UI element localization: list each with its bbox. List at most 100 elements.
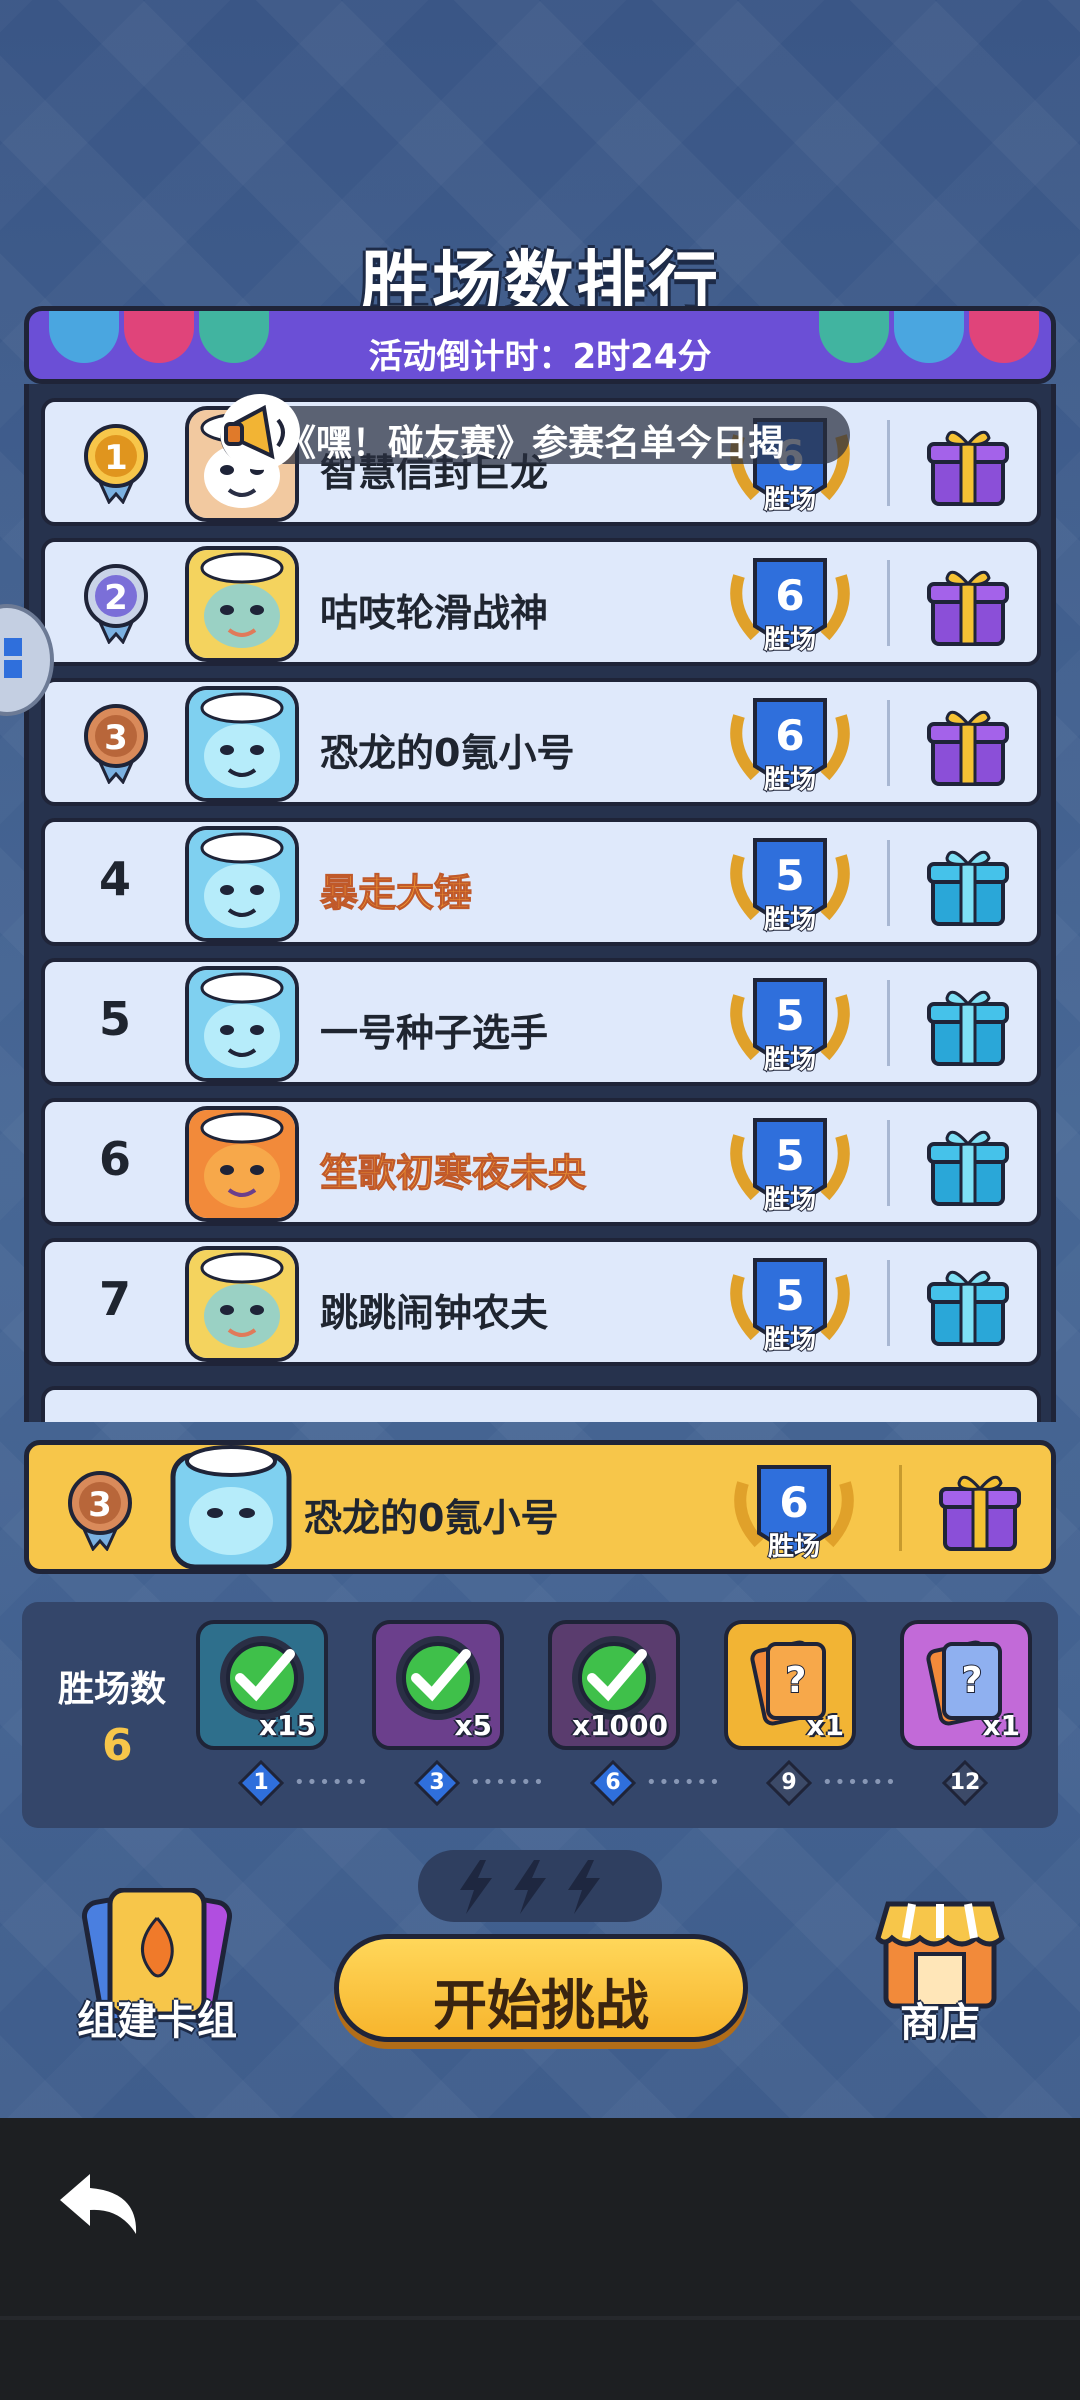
player-name: 一号种子选手 — [320, 1011, 549, 1055]
player-avatar[interactable] — [185, 1106, 299, 1222]
ranking-row[interactable]: 2 咕吱轮滑战神 6 胜场 — [41, 538, 1041, 666]
reward-quantity: x5 — [454, 1709, 492, 1742]
divider — [887, 560, 890, 646]
reward-quantity: x15 — [258, 1709, 316, 1742]
milestone-number: 3 — [429, 1770, 445, 1795]
milestone-number: 12 — [949, 1770, 981, 1795]
player-name: 恐龙的0氪小号 — [320, 731, 575, 775]
medal-bronze-icon: 3 — [68, 1471, 132, 1551]
player-avatar[interactable] — [185, 826, 299, 942]
ranking-row[interactable]: 6 笙歌初寒夜未央 5 胜场 — [41, 1098, 1041, 1226]
svg-text:3: 3 — [88, 1485, 112, 1525]
reward-quantity: x1 — [806, 1709, 844, 1742]
player-avatar[interactable] — [185, 1246, 299, 1362]
wins-badge-icon: 6 胜场 — [734, 1465, 854, 1563]
milestone-node: 12 — [941, 1759, 989, 1807]
divider — [0, 2316, 1080, 2320]
svg-text:?: ? — [962, 1660, 983, 1701]
megaphone-icon — [220, 394, 300, 470]
reward-claimed[interactable]: x1000 — [548, 1620, 680, 1750]
milestone-node: 9 — [765, 1759, 813, 1807]
player-name: 笙歌初寒夜未央 — [319, 1151, 587, 1196]
reward-claimed[interactable]: x5 — [372, 1620, 504, 1750]
medal-bronze-icon: 3 — [84, 704, 148, 784]
shop-label[interactable]: 商店 — [860, 1990, 1020, 2048]
reward-card-pack[interactable]: ? x1 — [900, 1620, 1032, 1750]
wins-badge-icon: 5 胜场 — [730, 978, 850, 1076]
reward-claimed[interactable]: x15 — [196, 1620, 328, 1750]
svg-text:?: ? — [786, 1660, 807, 1701]
wins-value: 5 — [775, 1271, 804, 1320]
gift-icon[interactable] — [925, 562, 1011, 648]
milestone-connector: •••••• — [470, 1772, 546, 1793]
ranking-list[interactable]: 1 智慧信封巨龙 6 胜场 2 咕吱轮滑战神 6 胜场 — [24, 384, 1056, 1422]
my-avatar[interactable] — [169, 1445, 295, 1571]
player-avatar[interactable] — [185, 686, 299, 802]
rank-number: 3 — [104, 718, 128, 758]
wins-unit: 胜场 — [764, 905, 816, 935]
wins-badge-icon: 5 胜场 — [730, 1258, 850, 1356]
gift-icon[interactable] — [925, 1262, 1011, 1348]
divider — [887, 420, 890, 506]
milestone-number: 6 — [605, 1770, 621, 1795]
back-arrow-icon[interactable] — [56, 2168, 146, 2242]
start-challenge-button[interactable]: 开始挑战 — [334, 1934, 748, 2042]
wins-unit: 胜场 — [764, 1045, 816, 1075]
gift-icon[interactable] — [925, 702, 1011, 788]
ranking-row[interactable]: 7 跳跳闹钟农夫 5 胜场 — [41, 1238, 1041, 1366]
medal-gold-icon: 1 — [84, 424, 148, 504]
wins-label: 胜场数 — [58, 1669, 167, 1710]
grid-icon — [4, 638, 22, 678]
rank-number: 6 — [98, 1132, 131, 1186]
deck-builder-label[interactable]: 组建卡组 — [64, 1988, 250, 2046]
ranking-row-partial[interactable] — [41, 1386, 1041, 1422]
wins-badge-icon: 6 胜场 — [730, 558, 850, 656]
gift-icon[interactable] — [937, 1467, 1023, 1553]
reward-card-pack[interactable]: ? x1 — [724, 1620, 856, 1750]
gift-icon[interactable] — [925, 982, 1011, 1068]
my-player-name: 恐龙的0氪小号 — [304, 1496, 559, 1540]
divider — [899, 1465, 902, 1551]
divider — [887, 700, 890, 786]
wins-badge-icon: 6 胜场 — [730, 698, 850, 796]
milestone-connector: •••••• — [294, 1772, 370, 1793]
svg-text:6: 6 — [779, 1478, 808, 1527]
wins-badge-icon: 5 胜场 — [730, 838, 850, 936]
wins-unit: 胜场 — [764, 625, 816, 655]
gift-icon[interactable] — [925, 1122, 1011, 1208]
energy-indicator — [418, 1850, 662, 1922]
milestone-number: 9 — [781, 1770, 797, 1795]
win-progress-panel: 胜场数 6 x15 x5 x1000 ? x1 ? x1 1 •••••• 3 ••… — [22, 1602, 1058, 1828]
lightning-icon — [514, 1860, 546, 1914]
rank-number: 2 — [104, 578, 128, 618]
rank-number: 1 — [104, 438, 128, 478]
announcement-text: 《嘿！碰友赛》参赛名单今日揭 — [280, 423, 785, 464]
wins-badge-icon: 5 胜场 — [730, 1118, 850, 1216]
milestone-connector: •••••• — [646, 1772, 722, 1793]
wins-value: 5 — [775, 851, 804, 900]
gift-icon[interactable] — [925, 422, 1011, 508]
ranking-row[interactable]: 5 一号种子选手 5 胜场 — [41, 958, 1041, 1086]
player-avatar[interactable] — [185, 966, 299, 1082]
divider — [887, 980, 890, 1066]
ranking-row[interactable]: 4 暴走大锤 5 胜场 — [41, 818, 1041, 946]
gift-icon[interactable] — [925, 842, 1011, 928]
reward-quantity: x1 — [982, 1709, 1020, 1742]
wins-count: 6 — [102, 1720, 133, 1771]
rank-number: 4 — [98, 852, 131, 906]
start-challenge-label: 开始挑战 — [433, 1974, 649, 2037]
player-name: 咕吱轮滑战神 — [320, 591, 549, 635]
wins-unit: 胜场 — [764, 1325, 816, 1355]
player-avatar[interactable] — [185, 546, 299, 662]
wins-value: 5 — [775, 1131, 804, 1180]
ranking-row[interactable]: 3 恐龙的0氪小号 6 胜场 — [41, 678, 1041, 806]
milestone-node: 1 — [237, 1759, 285, 1807]
my-rank-row[interactable]: 3 恐龙的0氪小号 6 胜场 — [24, 1440, 1056, 1574]
rank-number: 5 — [98, 992, 131, 1046]
wins-unit: 胜场 — [764, 485, 816, 515]
lightning-icon — [460, 1860, 492, 1914]
player-name: 跳跳闹钟农夫 — [320, 1291, 549, 1335]
medal-silver-icon: 2 — [84, 564, 148, 644]
wins-unit: 胜场 — [764, 765, 816, 795]
lightning-icon — [568, 1860, 600, 1914]
